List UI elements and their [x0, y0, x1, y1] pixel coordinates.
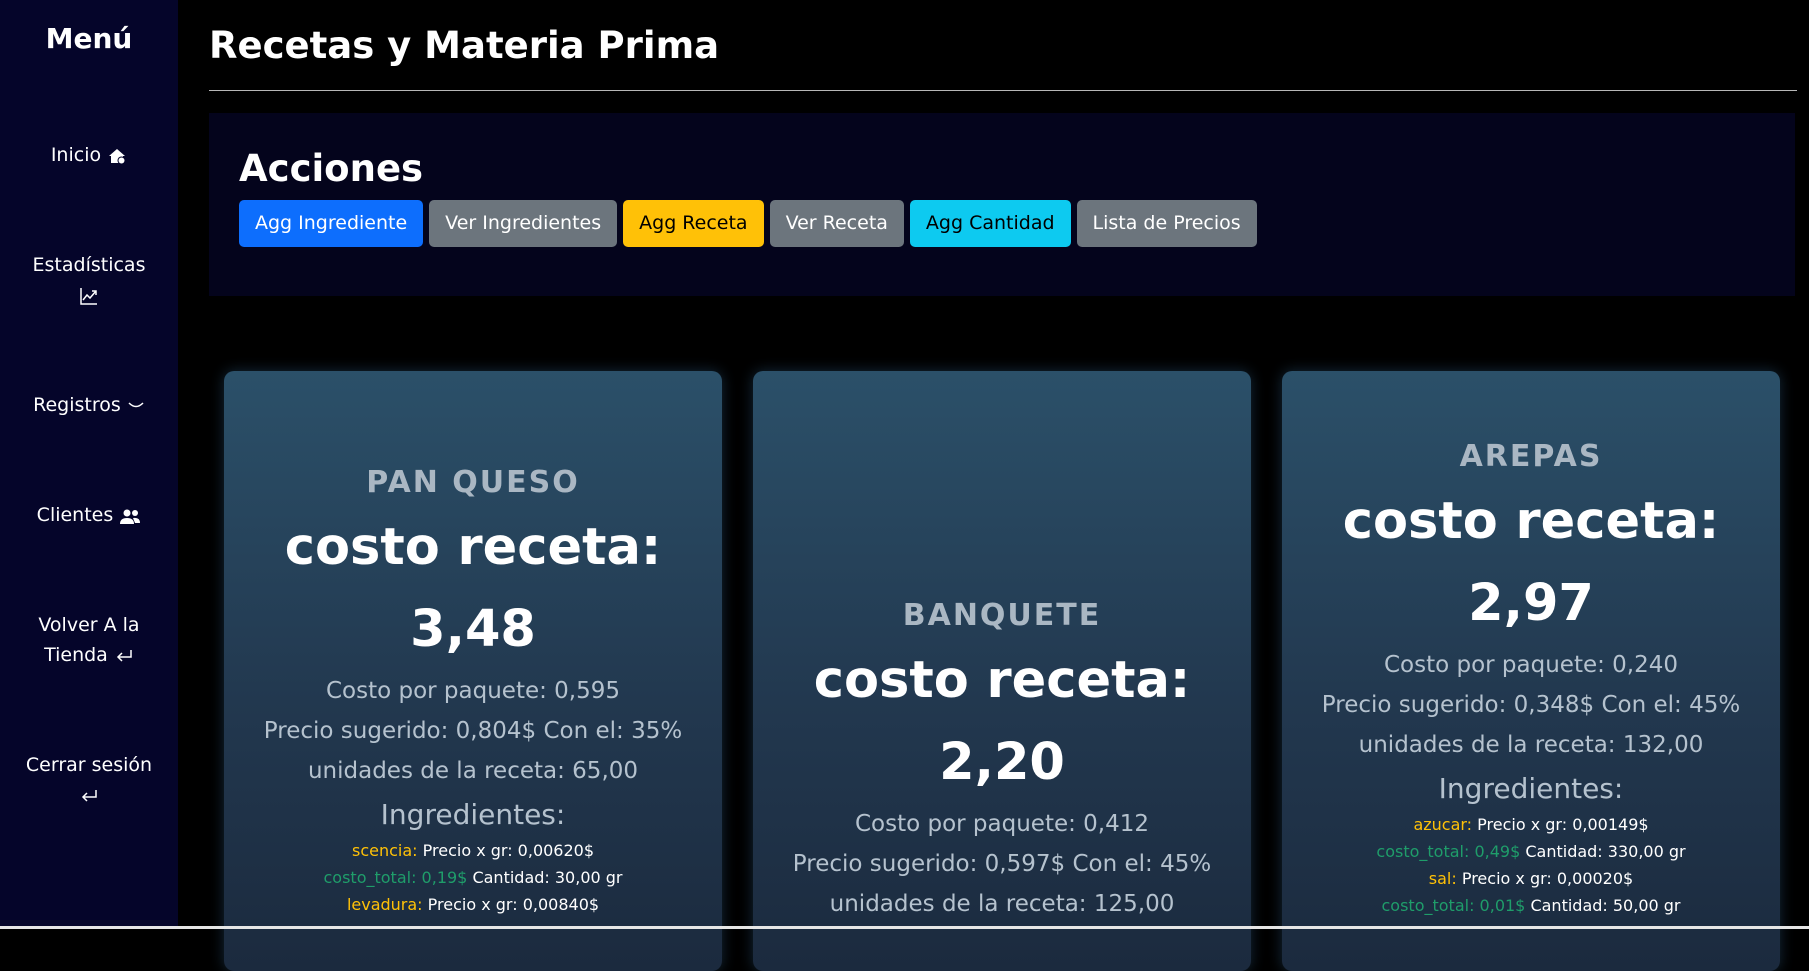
title-divider [209, 90, 1797, 91]
chart-line-icon [79, 284, 99, 306]
recipe-name: PAN QUESO [366, 465, 580, 500]
add-ingredient-button[interactable]: Agg Ingrediente [239, 200, 424, 247]
ingredient-name: azucar: [1413, 815, 1473, 834]
recipe-units: unidades de la receta: 125,00 [829, 891, 1175, 917]
recipe-card: PAN QUESO costo receta: 3,48 Costo por p… [224, 371, 722, 971]
page-title: Recetas y Materia Prima [209, 24, 720, 67]
home-icon [107, 144, 127, 166]
view-ingredients-button[interactable]: Ver Ingredientes [429, 200, 618, 247]
sidebar-item-label: Registros [33, 394, 121, 416]
add-recipe-button[interactable]: Agg Receta [623, 200, 764, 247]
menu-title: Menú [45, 22, 133, 55]
actions-panel: Acciones Agg Ingrediente Ver Ingrediente… [209, 113, 1795, 296]
recipe-cost-value: 3,48 [410, 600, 536, 659]
suggested-price: Precio sugerido: 0,804$ Con el: 35% [263, 718, 683, 744]
package-cost: Costo por paquete: 0,240 [1383, 652, 1679, 678]
ingredients-title: Ingredientes: [1438, 772, 1624, 805]
add-quantity-button[interactable]: Agg Cantidad [909, 200, 1071, 247]
view-recipe-button[interactable]: Ver Receta [769, 200, 904, 247]
sidebar-item-label: Inicio [50, 144, 102, 166]
sidebar-item-label: Cerrar sesión [25, 754, 153, 776]
price-list-button[interactable]: Lista de Precios [1076, 200, 1257, 247]
actions-button-row: Agg Ingrediente Ver Ingredientes Agg Rec… [239, 200, 1257, 247]
sidebar-item-registros[interactable]: Registros [10, 390, 168, 420]
return-icon [79, 784, 99, 806]
recipe-card: BANQUETE costo receta: 2,20 Costo por pa… [753, 371, 1251, 971]
sidebar-item-estadisticas[interactable]: Estadísticas [10, 250, 168, 310]
ingredients-title: Ingredientes: [380, 798, 566, 831]
ingredient-detail: Cantidad: 50,00 gr [1525, 896, 1681, 915]
ingredient-line: scencia: Precio x gr: 0,00620$ [224, 837, 722, 864]
return-icon [114, 644, 134, 666]
recipe-cost-label: costo receta: [1342, 492, 1720, 551]
recipe-cost-label: costo receta: [284, 518, 662, 577]
ingredient-detail: Precio x gr: 0,00840$ [422, 895, 600, 914]
ingredient-total: costo_total: 0,49$ [1376, 842, 1521, 861]
ingredient-name: scencia: [351, 841, 418, 860]
sidebar-item-label: Estadísticas [32, 254, 146, 276]
recipe-units: unidades de la receta: 65,00 [307, 758, 639, 784]
recipe-cost-label: costo receta: [813, 651, 1191, 710]
ingredient-line: costo_total: 0,49$ Cantidad: 330,00 gr [1282, 838, 1780, 865]
ingredient-detail: Precio x gr: 0,00020$ [1456, 869, 1634, 888]
sidebar: Menú Inicio Estadísticas Registros Clien… [0, 0, 178, 929]
recipe-name: AREPAS [1459, 439, 1603, 474]
ingredient-detail: Precio x gr: 0,00149$ [1472, 815, 1649, 834]
ingredient-line: azucar: Precio x gr: 0,00149$ [1282, 811, 1780, 838]
ingredient-detail: Cantidad: 330,00 gr [1520, 842, 1686, 861]
ingredient-detail: Cantidad: 30,00 gr [467, 868, 623, 887]
recipe-name: BANQUETE [902, 598, 1102, 633]
package-cost: Costo por paquete: 0,412 [854, 811, 1150, 837]
sidebar-item-cerrar-sesion[interactable]: Cerrar sesión [10, 750, 168, 810]
ingredient-detail: Precio x gr: 0,00620$ [417, 841, 595, 860]
suggested-price: Precio sugerido: 0,348$ Con el: 45% [1321, 692, 1741, 718]
ingredient-line: sal: Precio x gr: 0,00020$ [1282, 865, 1780, 892]
sidebar-item-clientes[interactable]: Clientes [10, 500, 168, 530]
ingredient-line: costo_total: 0,19$ Cantidad: 30,00 gr [224, 864, 722, 891]
recipe-cost-value: 2,97 [1468, 574, 1594, 633]
ingredient-name: levadura: [346, 895, 423, 914]
ingredient-line: costo_total: 0,01$ Cantidad: 50,00 gr [1282, 892, 1780, 919]
suggested-price: Precio sugerido: 0,597$ Con el: 45% [792, 851, 1212, 877]
sidebar-item-label: Clientes [36, 504, 114, 526]
ingredient-total: costo_total: 0,01$ [1381, 896, 1526, 915]
chevron-down-icon [127, 394, 145, 416]
package-cost: Costo por paquete: 0,595 [325, 678, 621, 704]
sidebar-item-volver-tienda[interactable]: Volver A la Tienda [10, 610, 168, 670]
users-icon [119, 504, 141, 526]
recipe-units: unidades de la receta: 132,00 [1358, 732, 1704, 758]
sidebar-item-inicio[interactable]: Inicio [10, 140, 168, 170]
ingredient-line: levadura: Precio x gr: 0,00840$ [224, 891, 722, 918]
recipe-cost-value: 2,20 [939, 733, 1065, 792]
actions-title: Acciones [239, 147, 424, 190]
ingredient-total: costo_total: 0,19$ [323, 868, 468, 887]
recipe-card: AREPAS costo receta: 2,97 Costo por paqu… [1282, 371, 1780, 971]
ingredient-name: sal: [1428, 869, 1457, 888]
